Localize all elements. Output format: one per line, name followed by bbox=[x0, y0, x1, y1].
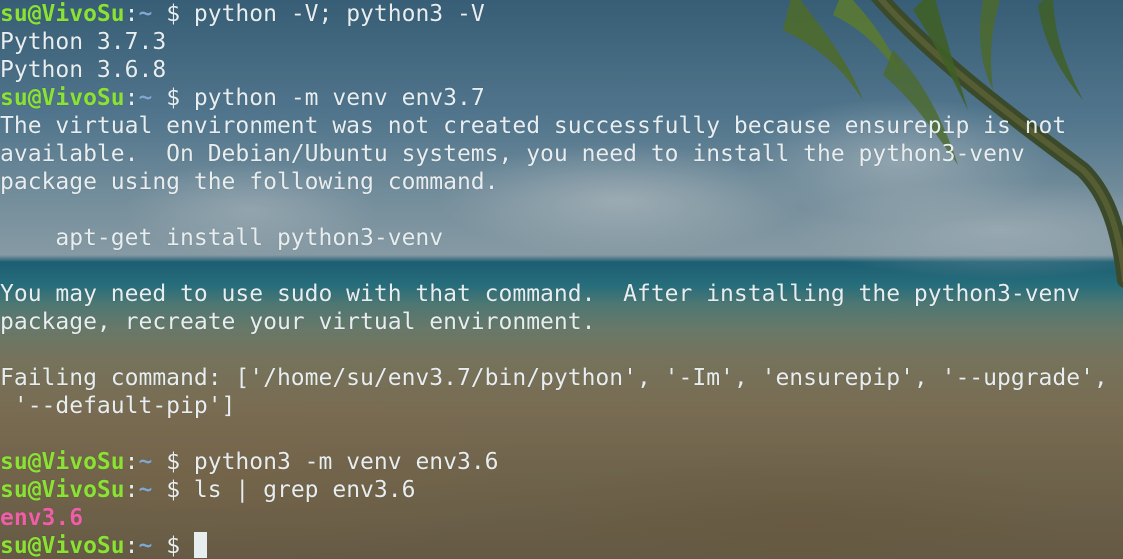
prompt-line: su@VivoSu:~ $ python -V; python3 -V bbox=[0, 0, 1108, 28]
command-text: python3 -m venv env3.6 bbox=[193, 449, 499, 475]
output-text: apt-get install python3-venv bbox=[0, 225, 444, 251]
output-line: You may need to use sudo with that comma… bbox=[0, 280, 1108, 308]
prompt-dollar: $ bbox=[152, 85, 194, 111]
prompt-dollar: $ bbox=[152, 477, 194, 503]
prompt-line: su@VivoSu:~ $ bbox=[0, 532, 1108, 559]
output-text: The virtual environment was not created … bbox=[0, 113, 1067, 139]
output-text: Python 3.7.3 bbox=[0, 29, 167, 55]
command-text: ls | grep env3.6 bbox=[193, 477, 416, 503]
prompt-path: ~ bbox=[138, 1, 153, 27]
output-text: You may need to use sudo with that comma… bbox=[0, 281, 1081, 307]
output-line: available. On Debian/Ubuntu systems, you… bbox=[0, 140, 1108, 168]
prompt-separator: : bbox=[124, 1, 139, 27]
output-line: Python 3.6.8 bbox=[0, 56, 1108, 84]
prompt-separator: : bbox=[124, 533, 139, 559]
prompt-dollar: $ bbox=[152, 1, 194, 27]
prompt-line: su@VivoSu:~ $ python3 -m venv env3.6 bbox=[0, 448, 1108, 476]
prompt-separator: : bbox=[124, 477, 139, 503]
output-line: The virtual environment was not created … bbox=[0, 112, 1108, 140]
prompt-path: ~ bbox=[138, 477, 153, 503]
prompt-path: ~ bbox=[138, 449, 153, 475]
command-text: python -m venv env3.7 bbox=[193, 85, 485, 111]
prompt-user-host: su@VivoSu bbox=[0, 1, 125, 27]
prompt-user-host: su@VivoSu bbox=[0, 85, 125, 111]
prompt-separator: : bbox=[124, 85, 139, 111]
prompt-path: ~ bbox=[138, 533, 153, 559]
output-text: Failing command: ['/home/su/env3.7/bin/p… bbox=[0, 365, 1108, 391]
output-text: package, recreate your virtual environme… bbox=[0, 309, 596, 335]
prompt-line: su@VivoSu:~ $ ls | grep env3.6 bbox=[0, 476, 1108, 504]
output-text: available. On Debian/Ubuntu systems, you… bbox=[0, 141, 1025, 167]
terminal-window[interactable]: su@VivoSu:~ $ python -V; python3 -V Pytho… bbox=[0, 0, 1123, 559]
prompt-separator: : bbox=[124, 449, 139, 475]
prompt-user-host: su@VivoSu bbox=[0, 477, 125, 503]
output-line: Failing command: ['/home/su/env3.7/bin/p… bbox=[0, 364, 1108, 392]
output-text: package using the following command. bbox=[0, 169, 499, 195]
output-line: Python 3.7.3 bbox=[0, 28, 1108, 56]
output-line: apt-get install python3-venv bbox=[0, 224, 1108, 252]
prompt-user-host: su@VivoSu bbox=[0, 449, 125, 475]
prompt-dollar: $ bbox=[152, 533, 194, 559]
prompt-dollar: $ bbox=[152, 449, 194, 475]
prompt-path: ~ bbox=[138, 85, 153, 111]
prompt-user-host: su@VivoSu bbox=[0, 533, 125, 559]
output-line: package, recreate your virtual environme… bbox=[0, 308, 1108, 336]
directory-entry: env3.6 bbox=[0, 504, 1108, 532]
terminal-output[interactable]: su@VivoSu:~ $ python -V; python3 -V Pytho… bbox=[0, 0, 1108, 559]
text-cursor[interactable] bbox=[193, 532, 207, 558]
command-text: python -V; python3 -V bbox=[193, 1, 485, 27]
prompt-line: su@VivoSu:~ $ python -m venv env3.7 bbox=[0, 84, 1108, 112]
output-line: '--default-pip'] bbox=[0, 392, 1108, 420]
directory-name: env3.6 bbox=[0, 505, 84, 531]
output-text: '--default-pip'] bbox=[0, 393, 236, 419]
output-line: package using the following command. bbox=[0, 168, 1108, 196]
output-text: Python 3.6.8 bbox=[0, 57, 167, 83]
